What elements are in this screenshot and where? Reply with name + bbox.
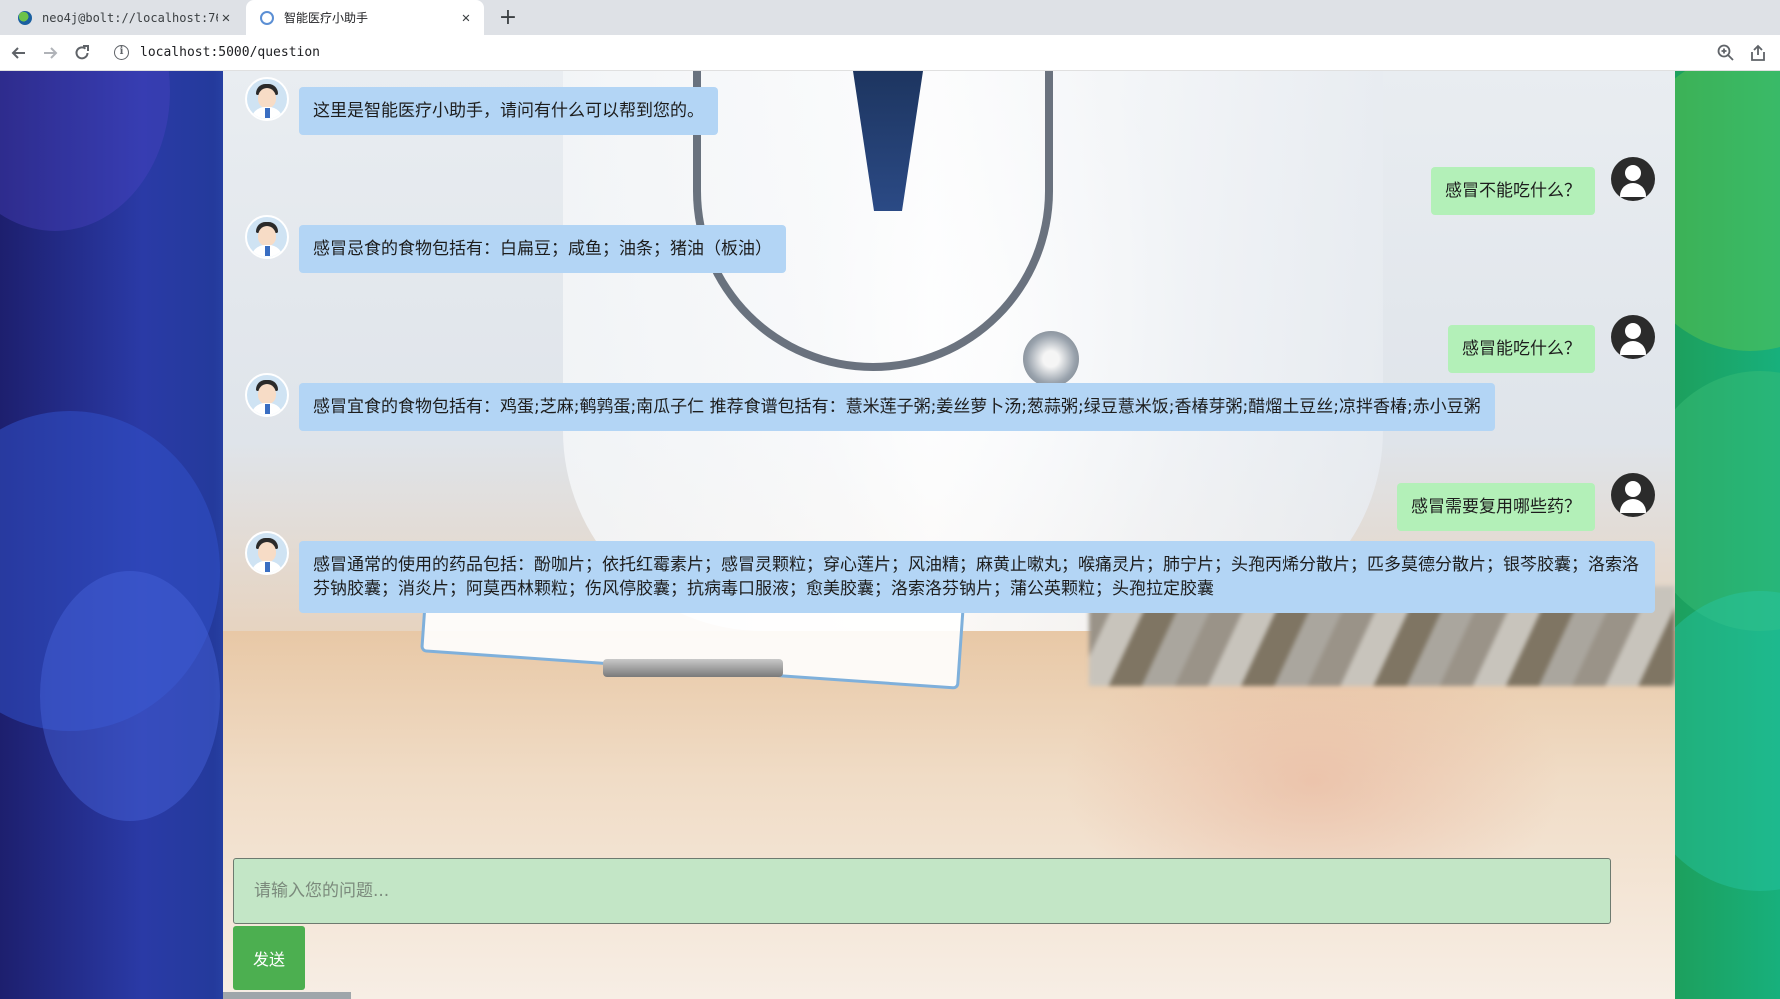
bot-message: 这里是智能医疗小助手，请问有什么可以帮到您的。 [245, 77, 718, 135]
decor-circle [0, 71, 170, 231]
message-text: 感冒能吃什么？ [1448, 325, 1595, 373]
bot-message: 感冒通常的使用的药品包括：酚咖片；依托红霉素片；感冒灵颗粒；穿心莲片；风油精；麻… [245, 531, 1655, 613]
back-arrow-icon[interactable] [7, 41, 31, 65]
tab-title: 智能医疗小助手 [284, 11, 369, 25]
decor-circle [40, 571, 220, 821]
new-tab-button[interactable]: + [496, 5, 520, 30]
app-icon [260, 10, 274, 25]
zoom-icon[interactable] [1716, 43, 1736, 63]
close-icon[interactable]: ✕ [458, 10, 474, 26]
reload-icon[interactable] [70, 41, 94, 65]
page-background: 这里是智能医疗小助手，请问有什么可以帮到您的。 感冒不能吃什么？ 感冒忌食的食物… [0, 71, 1780, 999]
user-message: 感冒不能吃什么？ [1431, 157, 1655, 215]
user-avatar-icon [1611, 157, 1655, 201]
neo4j-icon [18, 10, 32, 25]
forward-arrow-icon[interactable] [38, 41, 62, 65]
question-input[interactable] [233, 858, 1611, 924]
chat-panel: 这里是智能医疗小助手，请问有什么可以帮到您的。 感冒不能吃什么？ 感冒忌食的食物… [223, 71, 1675, 999]
user-message: 感冒需要复用哪些药？ [1397, 473, 1655, 531]
browser-toolbar: i localhost:5000/question [0, 35, 1780, 71]
clipboard-clip-image [603, 659, 783, 677]
browser-tab-bar: neo4j@bolt://localhost:7687 - ✕ 智能医疗小助手 … [0, 0, 1780, 35]
message-text: 感冒宜食的食物包括有：鸡蛋;芝麻;鹌鹑蛋;南瓜子仁 推荐食谱包括有：薏米莲子粥;… [299, 383, 1495, 431]
user-message: 感冒能吃什么？ [1448, 315, 1655, 373]
user-avatar-icon [1611, 473, 1655, 517]
doctor-avatar-icon [245, 373, 289, 417]
message-text: 感冒需要复用哪些药？ [1397, 483, 1595, 531]
user-avatar-icon [1611, 315, 1655, 359]
tab-medical-assistant[interactable]: 智能医疗小助手 ✕ [246, 0, 484, 35]
address-bar[interactable]: localhost:5000/question [140, 45, 320, 60]
message-text: 感冒不能吃什么？ [1431, 167, 1595, 215]
doctor-avatar-icon [245, 215, 289, 259]
question-input-wrapper [233, 858, 1611, 924]
bot-message: 感冒宜食的食物包括有：鸡蛋;芝麻;鹌鹑蛋;南瓜子仁 推荐食谱包括有：薏米莲子粥;… [245, 373, 1495, 431]
site-info-icon[interactable]: i [114, 45, 129, 60]
tab-neo4j[interactable]: neo4j@bolt://localhost:7687 - ✕ [4, 0, 244, 35]
close-icon[interactable]: ✕ [218, 10, 234, 26]
message-text: 感冒通常的使用的药品包括：酚咖片；依托红霉素片；感冒灵颗粒；穿心莲片；风油精；麻… [299, 541, 1655, 613]
footer-bar [223, 992, 351, 999]
share-icon[interactable] [1748, 43, 1768, 63]
send-button[interactable]: 发送 [233, 926, 305, 990]
message-text: 这里是智能医疗小助手，请问有什么可以帮到您的。 [299, 87, 718, 135]
message-text: 感冒忌食的食物包括有：白扁豆；咸鱼；油条；猪油（板油） [299, 225, 786, 273]
bot-message: 感冒忌食的食物包括有：白扁豆；咸鱼；油条；猪油（板油） [245, 215, 786, 273]
doctor-avatar-icon [245, 531, 289, 575]
tab-title: neo4j@bolt://localhost:7687 - [42, 10, 218, 25]
doctor-avatar-icon [245, 77, 289, 121]
